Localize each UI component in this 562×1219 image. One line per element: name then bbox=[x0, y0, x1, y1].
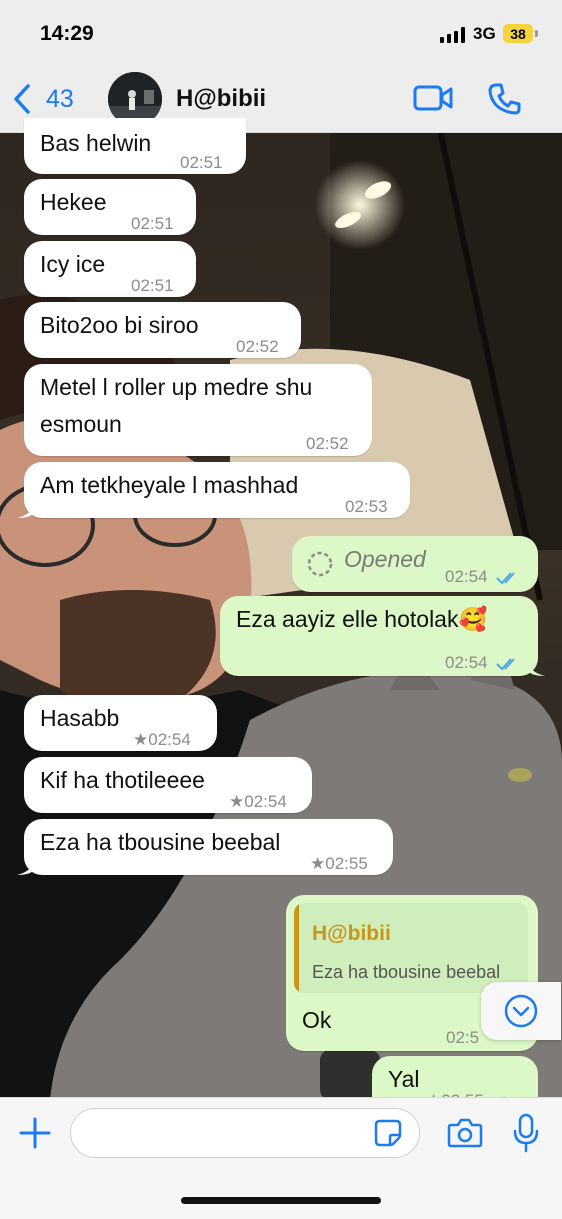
star-icon: ★ bbox=[229, 792, 245, 811]
message-time-text: 02:55 bbox=[325, 854, 368, 873]
contact-name[interactable]: H@bibii bbox=[176, 85, 266, 113]
message-time: 02:5 bbox=[446, 1028, 480, 1047]
quoted-message[interactable]: H@bibii Eza ha tbousine beebal bbox=[294, 903, 528, 993]
message-input[interactable] bbox=[70, 1108, 420, 1158]
message-text: Am tetkheyale l mashhad bbox=[40, 472, 299, 498]
message-text-line-2: esmoun bbox=[40, 411, 122, 437]
camera-button[interactable] bbox=[447, 1117, 483, 1154]
network-type: 3G bbox=[473, 24, 496, 43]
home-indicator bbox=[181, 1197, 381, 1204]
message-incoming[interactable]: Bito2oo bi siroo 02:52 bbox=[24, 302, 301, 358]
message-outgoing[interactable]: Eza aayiz elle hotolak🥰 02:54 bbox=[220, 596, 545, 676]
message-time-text: 02:54 bbox=[148, 730, 191, 749]
message-text: Kif ha thotileeee bbox=[40, 767, 205, 793]
microphone-icon bbox=[513, 1113, 539, 1153]
quoted-text: Eza ha tbousine beebal bbox=[312, 962, 501, 982]
view-once-icon bbox=[307, 551, 333, 577]
message-text: Opened bbox=[344, 546, 426, 572]
message-time-text: 02:54 bbox=[445, 567, 488, 586]
scroll-to-bottom-button[interactable] bbox=[481, 982, 561, 1040]
message-time: 02:51 bbox=[131, 214, 174, 233]
video-call-button[interactable] bbox=[413, 84, 453, 117]
message-incoming[interactable]: Am tetkheyale l mashhad 02:53 bbox=[17, 462, 410, 518]
message-time: 02:52 bbox=[306, 434, 349, 453]
voice-call-button[interactable] bbox=[488, 82, 522, 121]
message-time: 02:52 bbox=[236, 337, 279, 356]
message-time: ★02:55 bbox=[310, 847, 368, 881]
unread-count: 43 bbox=[46, 84, 74, 113]
star-icon: ★ bbox=[133, 730, 149, 749]
status-time: 14:29 bbox=[40, 22, 94, 45]
double-check-icon bbox=[496, 657, 516, 670]
message-incoming[interactable]: Kif ha thotileeee ★02:54 bbox=[24, 757, 312, 813]
message-time: ★02:54 bbox=[229, 785, 287, 819]
bubble-tail bbox=[17, 502, 35, 518]
message-time: ★02:54 bbox=[133, 723, 191, 757]
message-text: Ok bbox=[302, 1007, 332, 1033]
message-time: 02:51 bbox=[131, 276, 174, 295]
back-button[interactable]: 43 bbox=[12, 82, 74, 116]
message-incoming[interactable]: Eza ha tbousine beebal ★02:55 bbox=[17, 819, 393, 875]
star-icon: ★ bbox=[310, 854, 326, 873]
attach-button[interactable] bbox=[18, 1116, 52, 1155]
message-time-text: 02:54 bbox=[244, 792, 287, 811]
message-incoming[interactable]: Hasabb ★02:54 bbox=[24, 695, 217, 751]
bubble-tail bbox=[17, 859, 35, 875]
quote-bar bbox=[294, 903, 299, 993]
sticker-button[interactable] bbox=[374, 1119, 402, 1152]
quoted-author: H@bibii bbox=[312, 922, 391, 945]
message-incoming[interactable]: Metel l roller up medre shu esmoun 02:52 bbox=[24, 364, 372, 456]
message-time: 02:54 bbox=[445, 646, 522, 680]
bubble-tail bbox=[527, 660, 545, 676]
battery-nub bbox=[535, 30, 538, 37]
message-text: Hasabb bbox=[40, 705, 120, 731]
message-text-line-1: Metel l roller up medre shu bbox=[40, 374, 313, 400]
message-time-text: 02:54 bbox=[445, 653, 488, 672]
message-text: Eza ha tbousine beebal bbox=[40, 829, 281, 855]
chevron-down-circle-icon bbox=[504, 994, 538, 1028]
double-check-icon bbox=[496, 571, 516, 584]
phone-icon bbox=[488, 83, 521, 115]
message-text: Yal bbox=[388, 1066, 420, 1092]
battery-icon: 38 bbox=[503, 24, 533, 43]
message-time: 02:53 bbox=[345, 497, 388, 516]
message-incoming[interactable]: Icy ice 02:51 bbox=[24, 241, 196, 297]
message-text: Bas helwin bbox=[40, 130, 152, 156]
plus-icon bbox=[19, 1117, 51, 1149]
video-camera-icon bbox=[413, 85, 453, 111]
message-incoming[interactable]: Bas helwin 02:51 bbox=[24, 118, 246, 174]
signal-strength-icon bbox=[440, 27, 468, 43]
message-time: 02:51 bbox=[180, 153, 223, 172]
sticker-icon bbox=[374, 1119, 402, 1147]
camera-icon bbox=[447, 1118, 483, 1148]
chevron-left-icon bbox=[14, 84, 30, 114]
message-text: Bito2oo bi siroo bbox=[40, 312, 199, 338]
message-text: Hekee bbox=[40, 189, 107, 215]
message-incoming[interactable]: Hekee 02:51 bbox=[24, 179, 196, 235]
message-composer bbox=[0, 1097, 562, 1219]
message-outgoing-view-once[interactable]: Opened 02:54 bbox=[292, 536, 538, 592]
message-text: Eza aayiz elle hotolak🥰 bbox=[236, 606, 488, 632]
chat-header: 14:29 3G 38 43 H@bibii bbox=[0, 0, 562, 133]
voice-record-button[interactable] bbox=[512, 1113, 540, 1158]
message-time: 02:54 bbox=[445, 560, 522, 594]
message-text: Icy ice bbox=[40, 251, 106, 277]
